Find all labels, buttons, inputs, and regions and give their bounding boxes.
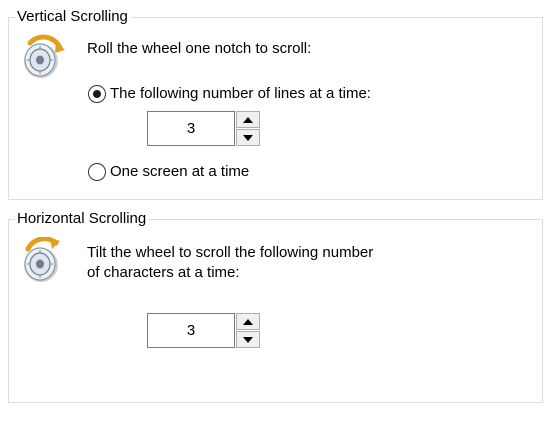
characters-input[interactable] [147,313,235,348]
lines-spinbox [147,111,260,146]
horizontal-scrolling-legend: Horizontal Scrolling [15,210,150,228]
radio-lines-at-a-time[interactable]: The following number of lines at a time: [88,84,371,103]
vertical-instruction: Roll the wheel one notch to scroll: [87,40,312,57]
characters-spinbox [147,313,260,348]
lines-input[interactable] [147,111,235,146]
mouse-wheel-settings: Vertical Scrolling Roll the wheel one no… [0,0,552,421]
horizontal-instruction-line-2: of characters at a time: [87,264,240,281]
mouse-wheel-icon [24,237,60,282]
arrow-up-icon [243,116,253,123]
arrow-up-icon [243,318,253,325]
radio-one-screen[interactable]: One screen at a time [88,162,249,181]
characters-decrement-button[interactable] [236,331,260,348]
vertical-scrolling-legend: Vertical Scrolling [15,8,131,26]
characters-increment-button[interactable] [236,313,260,330]
radio-lines-indicator[interactable] [88,84,106,103]
radio-lines-label: The following number of lines at a time: [110,85,371,102]
lines-decrement-button[interactable] [236,129,260,146]
radio-screen-label: One screen at a time [110,163,250,180]
arrow-down-icon [243,134,253,141]
horizontal-instruction-line-1: Tilt the wheel to scroll the following n… [87,244,374,261]
lines-increment-button[interactable] [236,111,260,128]
radio-screen-indicator[interactable] [88,162,106,181]
mouse-wheel-icon [24,34,65,78]
arrow-down-icon [243,336,253,343]
